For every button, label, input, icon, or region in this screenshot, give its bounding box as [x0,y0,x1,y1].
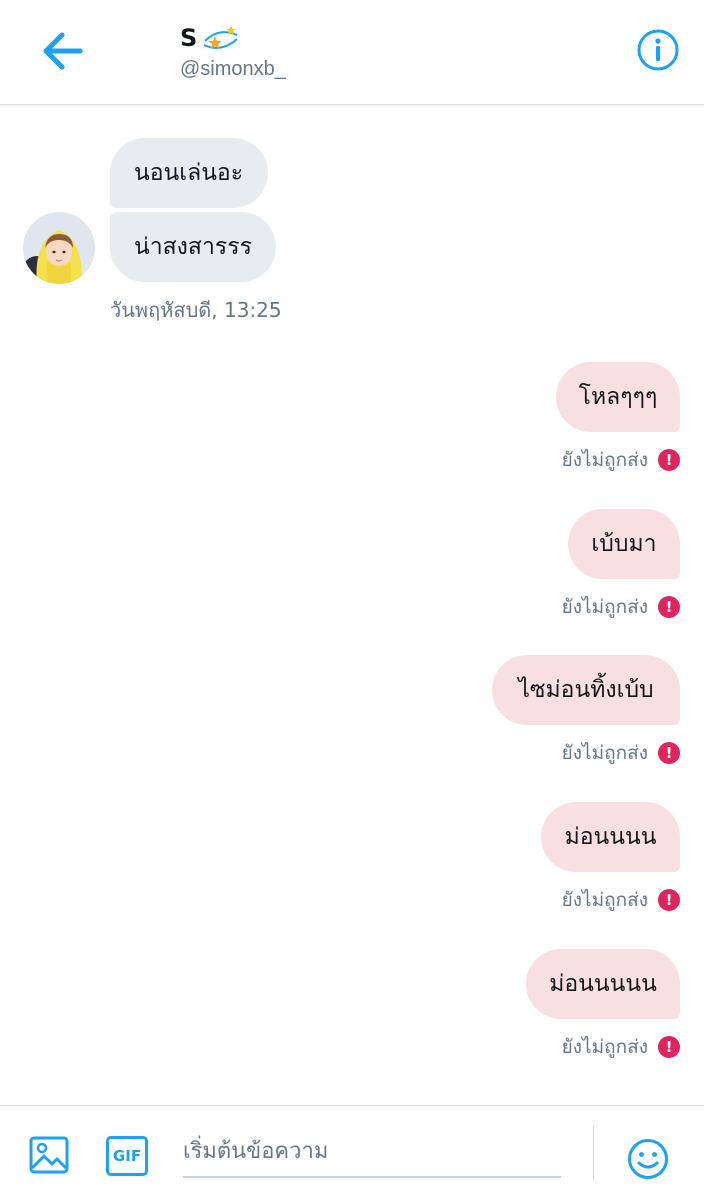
emoji-icon [628,1139,668,1179]
send-failed-status[interactable]: ยังไม่ถูกส่ง ! [562,885,680,915]
avatar[interactable] [23,212,95,284]
message-text: น่าสงสารรร [134,233,252,260]
display-name: S [180,24,198,52]
gif-icon: GIF [112,1147,142,1165]
error-icon: ! [658,449,680,471]
status-text: ยังไม่ถูกส่ง [561,1036,648,1058]
send-failed-status[interactable]: ยังไม่ถูกส่ง ! [562,592,680,622]
message-timestamp: วันพฤหัสบดี, 13:25 [110,298,282,322]
user-handle: @simonxb_ [180,58,286,80]
info-icon [637,29,679,71]
error-icon: ! [658,596,680,618]
outgoing-message-bubble[interactable]: ไซม่อนทิ้งเบ้บ [492,655,680,725]
message-text: โหลๆๆๆ [578,383,658,410]
gif-button[interactable]: GIF [106,1136,148,1176]
message-text: ไซม่อนทิ้งเบ้บ [518,676,654,703]
error-icon: ! [658,742,680,764]
outgoing-message-bubble[interactable]: ม่อนนนนน [526,949,680,1019]
error-icon: ! [658,1036,680,1058]
incoming-message-bubble[interactable]: น่าสงสารรร [110,212,276,282]
image-icon [29,1136,69,1174]
status-text: ยังไม่ถูกส่ง [561,449,648,471]
back-arrow-icon [43,32,83,70]
status-text: ยังไม่ถูกส่ง [561,596,648,618]
status-text: ยังไม่ถูกส่ง [561,742,648,764]
info-button[interactable] [636,28,680,72]
incoming-message-bubble[interactable]: นอนเล่นอะ [110,138,268,208]
outgoing-message-bubble[interactable]: โหลๆๆๆ [556,362,680,432]
send-failed-status[interactable]: ยังไม่ถูกส่ง ! [562,445,680,475]
send-failed-status[interactable]: ยังไม่ถูกส่ง ! [562,738,680,768]
outgoing-message-bubble[interactable]: ม่อนนนน [541,802,680,872]
message-text: นอนเล่นอะ [134,159,244,186]
message-input[interactable] [183,1126,561,1178]
message-composer: GIF [0,1105,704,1200]
emoji-button[interactable] [627,1138,669,1180]
outgoing-message-bubble[interactable]: เบ้บมา [568,509,680,579]
back-button[interactable] [36,26,92,76]
status-text: ยังไม่ถูกส่ง [561,889,648,911]
add-image-button[interactable] [28,1134,70,1176]
conversation-header: S @simonxb_ [0,0,704,105]
composer-divider [593,1126,594,1181]
message-text: เบ้บมา [591,530,657,557]
error-icon: ! [658,889,680,911]
conversation-title[interactable]: S @simonxb_ [180,22,286,81]
message-text: ม่อนนนนน [549,970,657,997]
message-text: ม่อนนนน [564,823,657,850]
sparkle-stars-icon [203,25,238,49]
avatar-image [23,212,95,284]
send-failed-status[interactable]: ยังไม่ถูกส่ง ! [562,1032,680,1062]
